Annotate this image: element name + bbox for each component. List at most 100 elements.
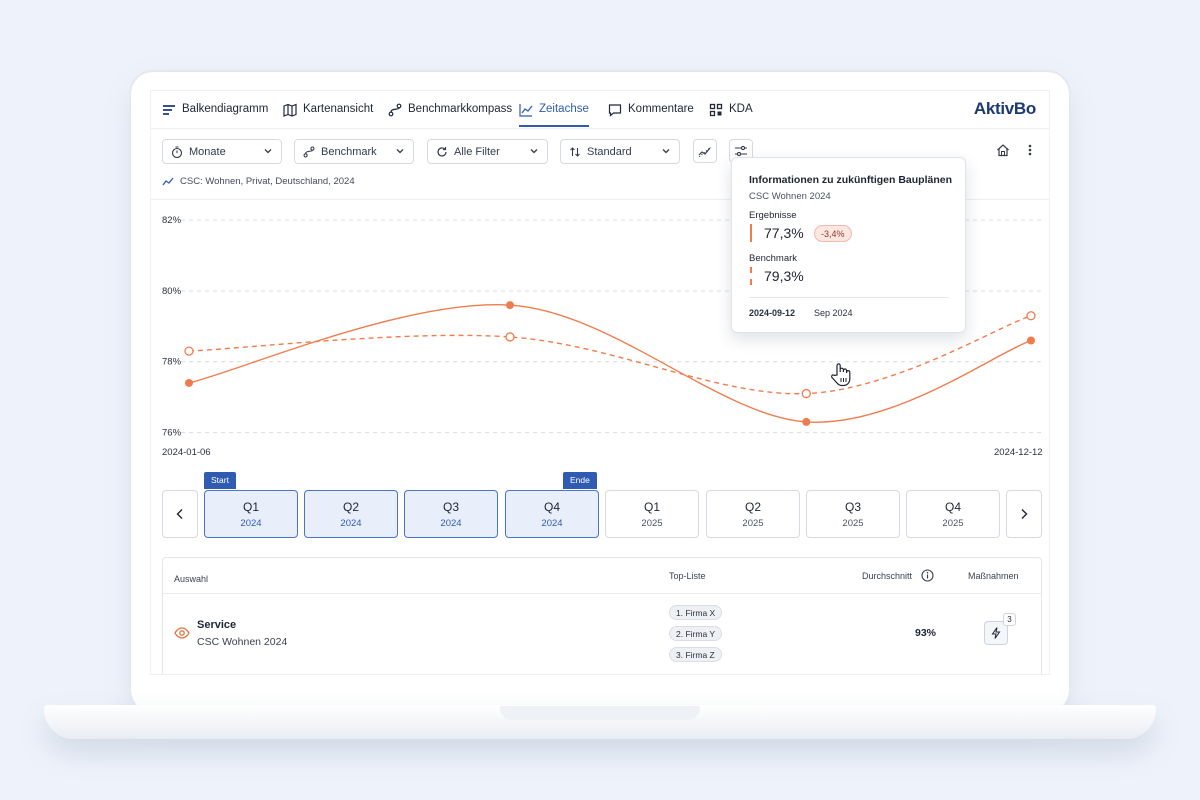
quarter-year: 2025 <box>641 518 663 529</box>
quarter-prev-button[interactable] <box>162 490 198 538</box>
chevron-down-icon <box>396 149 404 154</box>
data-point-benchmark[interactable] <box>801 388 811 399</box>
quarter-label: Q1 <box>643 500 660 514</box>
column-header-durchschnitt: Durchschnitt <box>862 571 913 581</box>
quarter-button[interactable]: Q1 2025 <box>605 490 699 538</box>
quarter-label: Q4 <box>944 500 961 514</box>
sort-dropdown-value: Standard <box>587 145 632 158</box>
average-value: 93% <box>915 627 937 639</box>
sort-dropdown[interactable]: Standard <box>560 139 680 164</box>
header-divider <box>163 593 1041 594</box>
line-chart-icon <box>519 104 533 117</box>
quarter-button[interactable]: Q4 2025 <box>906 490 1000 538</box>
trend-toggle-button[interactable] <box>693 139 717 163</box>
benchmark-series-marker <box>750 267 752 285</box>
period-dropdown[interactable]: Monate <box>162 139 282 164</box>
data-point-ergebnisse[interactable] <box>802 417 811 426</box>
quarter-label: Q2 <box>744 500 761 514</box>
top-list-chip: 3. Firma Z <box>669 647 722 662</box>
route-icon <box>303 146 315 157</box>
row-title: Service <box>197 619 237 631</box>
quarter-next-button[interactable] <box>1006 490 1042 538</box>
chart-tooltip: Informationen zu zukünftigen Bauplänen C… <box>731 157 966 333</box>
quarter-label: Q2 <box>342 500 359 514</box>
data-point-benchmark[interactable] <box>505 332 515 342</box>
nav-tab-kartenansicht[interactable]: Kartenansicht <box>283 103 373 127</box>
hand-cursor-icon <box>831 363 851 387</box>
range-start-flag: Start <box>204 472 236 489</box>
quarter-label: Q3 <box>442 500 459 514</box>
data-point-benchmark[interactable] <box>1026 311 1036 321</box>
quarter-year: 2024 <box>240 518 262 529</box>
quarter-button[interactable]: Q3 2025 <box>806 490 900 538</box>
quarter-button[interactable]: Q1 2024 <box>204 490 298 538</box>
chart-subtitle-text: CSC: Wohnen, Privat, Deutschland, 2024 <box>180 176 355 187</box>
nav-tab-benchmarkkompass[interactable]: Benchmarkkompass <box>388 103 512 127</box>
actions-count-badge: 3 <box>1003 613 1016 626</box>
nav-tab-label: KDA <box>729 103 753 115</box>
nav-tab-kda[interactable]: KDA <box>709 103 753 127</box>
data-point-benchmark[interactable] <box>184 346 194 356</box>
quarter-year: 2024 <box>340 518 362 529</box>
grid-icon <box>709 103 723 117</box>
nav-tab-label: Kartenansicht <box>303 103 374 115</box>
filter-dropdown[interactable]: Alle Filter <box>427 139 548 164</box>
stopwatch-icon <box>171 145 183 158</box>
quarter-label: Q4 <box>543 500 560 514</box>
column-header-top-liste: Top-Liste <box>669 571 706 581</box>
route-icon <box>388 103 402 117</box>
tooltip-delta-badge: -3,4% <box>814 225 852 242</box>
more-vertical-icon[interactable] <box>1027 143 1033 157</box>
app-window: Balkendiagramm Kartenansicht Benchmarkko… <box>150 90 1050 675</box>
data-point-ergebnisse[interactable] <box>505 301 514 310</box>
comment-icon <box>608 104 622 117</box>
nav-tab-zeitachse[interactable]: Zeitachse <box>519 103 589 127</box>
bars-icon <box>163 105 175 115</box>
quarter-label: Q3 <box>844 500 861 514</box>
quarter-button[interactable]: Q2 2025 <box>706 490 800 538</box>
quarter-button[interactable]: Q4 2024 <box>505 490 599 538</box>
brand-logo: AktivBo <box>973 99 1036 118</box>
tooltip-results-label: Ergebnisse <box>749 210 797 221</box>
tooltip-month: Sep 2024 <box>814 308 853 318</box>
nav-tab-label: Benchmarkkompass <box>408 103 513 115</box>
quarter-button[interactable]: Q3 2024 <box>404 490 498 538</box>
home-icon[interactable] <box>996 143 1010 157</box>
tooltip-results-value: 77,3% <box>764 225 804 241</box>
map-icon <box>283 103 297 117</box>
nav-tab-label: Kommentare <box>628 103 694 115</box>
top-list-chip: 2. Firma Y <box>669 626 723 641</box>
lightning-icon <box>991 627 1001 639</box>
results-series-marker <box>750 224 752 242</box>
tooltip-benchmark-label: Benchmark <box>749 253 798 264</box>
x-axis-label-end: 2024-12-12 <box>994 447 1043 458</box>
range-end-flag: Ende <box>563 472 597 489</box>
sort-icon <box>570 146 580 157</box>
tooltip-benchmark-value: 79,3% <box>764 268 804 284</box>
chevron-down-icon <box>264 149 272 154</box>
nav-tab-kommentare[interactable]: Kommentare <box>608 103 694 127</box>
trend-line-icon <box>162 177 174 185</box>
tooltip-subtitle: CSC Wohnen 2024 <box>749 191 831 202</box>
data-point-ergebnisse[interactable] <box>1027 336 1035 345</box>
nav-tab-balkendiagramm[interactable]: Balkendiagramm <box>162 103 268 127</box>
quarter-label: Q1 <box>242 500 259 514</box>
y-tick-label: 80% <box>162 286 182 297</box>
nav-tab-label: Balkendiagramm <box>182 103 269 115</box>
trend-icon <box>698 146 712 158</box>
chevron-down-icon <box>662 149 670 154</box>
quarter-button[interactable]: Q2 2024 <box>304 490 398 538</box>
nav-tab-label: Zeitachse <box>539 103 589 115</box>
column-header-massnahmen: Maßnahmen <box>968 571 1019 581</box>
chevron-right-icon <box>1021 509 1028 519</box>
quarter-year: 2024 <box>440 518 462 529</box>
info-icon[interactable] <box>921 569 934 582</box>
data-point-ergebnisse[interactable] <box>185 378 193 387</box>
benchmark-dropdown[interactable]: Benchmark <box>294 139 414 164</box>
quarter-year: 2024 <box>541 518 563 529</box>
period-dropdown-value: Monate <box>189 145 226 158</box>
y-tick-label: 78% <box>162 357 182 368</box>
eye-icon[interactable] <box>174 627 190 639</box>
filter-dropdown-value: Alle Filter <box>454 145 500 158</box>
y-tick-label: 82% <box>162 215 182 226</box>
